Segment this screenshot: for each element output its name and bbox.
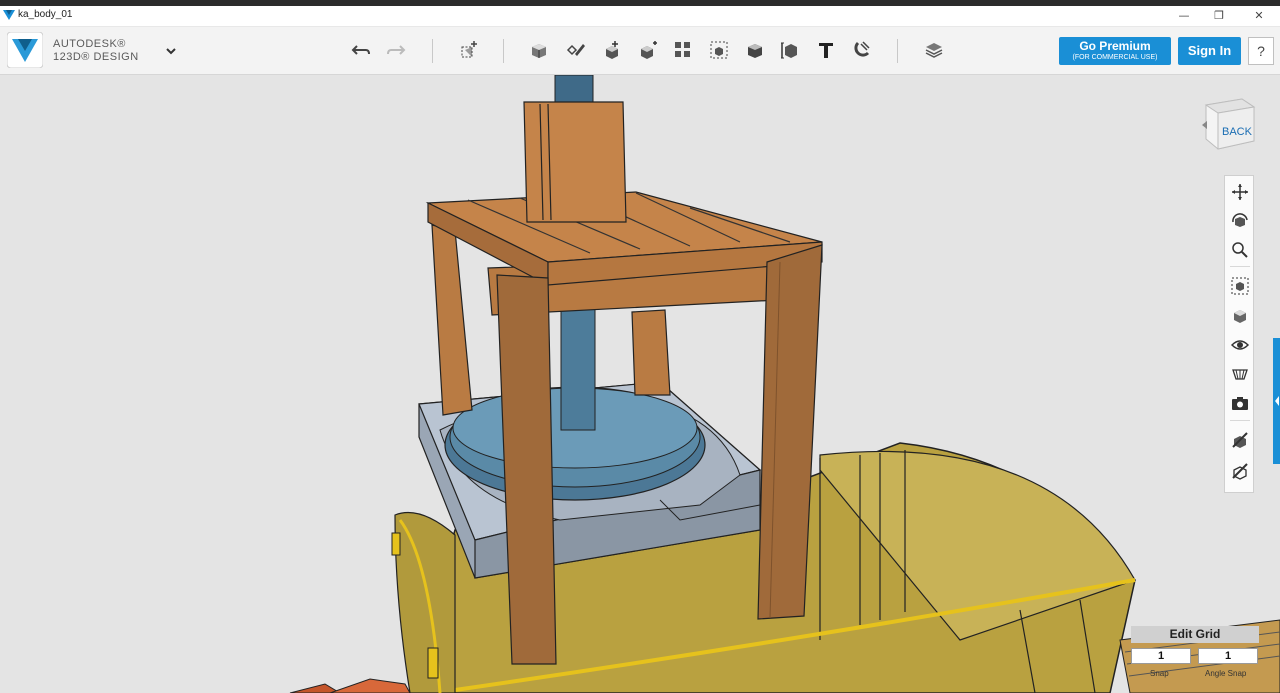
show-button[interactable] — [1229, 460, 1251, 482]
help-button[interactable]: ? — [1248, 37, 1274, 65]
redo-button[interactable] — [383, 37, 409, 63]
snap-button[interactable] — [849, 37, 875, 63]
navbar-separator — [1230, 266, 1250, 267]
viewcube[interactable]: BACK — [1198, 95, 1258, 155]
toolbar-separator — [432, 39, 433, 63]
primitives-button[interactable] — [526, 37, 552, 63]
close-button[interactable]: ✕ — [1248, 8, 1270, 24]
main-toolbar: AUTODESK® 123D® DESIGN Go Premium (FOR C… — [0, 27, 1280, 75]
text-button[interactable] — [813, 37, 839, 63]
pan-icon — [1232, 184, 1248, 200]
materials-outlines-button[interactable] — [1229, 363, 1251, 385]
snap-value-field[interactable]: 1 — [1131, 648, 1191, 664]
zoom-icon — [1232, 242, 1248, 258]
undo-button[interactable] — [348, 37, 374, 63]
pan-button[interactable] — [1229, 181, 1251, 203]
go-premium-button[interactable]: Go Premium (FOR COMMERCIAL USE) — [1059, 37, 1171, 65]
grouping-button[interactable] — [706, 37, 732, 63]
window-titlebar: ka_body_01 — ❐ ✕ — [0, 6, 1280, 27]
side-panel-tab[interactable] — [1273, 338, 1280, 464]
toolbar-separator — [503, 39, 504, 63]
navigation-bar — [1224, 175, 1254, 493]
visibility-icon — [1231, 340, 1249, 350]
orbit-icon — [1232, 213, 1248, 227]
snap-icon — [854, 41, 870, 57]
go-premium-sublabel: (FOR COMMERCIAL USE) — [1072, 54, 1158, 61]
modify-button[interactable] — [635, 37, 661, 63]
sign-in-button[interactable]: Sign In — [1178, 37, 1241, 65]
transform-button[interactable] — [456, 37, 482, 63]
viewcube-face-label: BACK — [1222, 126, 1253, 138]
restore-button[interactable]: ❐ — [1208, 8, 1230, 24]
views-button[interactable] — [1229, 305, 1251, 327]
redo-icon — [387, 45, 406, 55]
viewcube-left-arrow-icon[interactable] — [1202, 121, 1207, 129]
angle-snap-value-field[interactable]: 1 — [1198, 648, 1258, 664]
modify-icon — [641, 41, 657, 59]
pattern-button[interactable] — [670, 37, 696, 63]
edit-grid-button[interactable]: Edit Grid — [1131, 626, 1259, 643]
measure-button[interactable] — [777, 37, 803, 63]
hide-button[interactable] — [1229, 429, 1251, 451]
window-title: ka_body_01 — [18, 9, 73, 20]
construct-button[interactable] — [599, 37, 625, 63]
transform-icon — [461, 41, 477, 58]
screenshot-icon — [1232, 397, 1248, 410]
sketch-button[interactable] — [563, 37, 589, 63]
3d-viewport[interactable]: BACK Edit Grid 1 1 Snap Angle Snap — [0, 75, 1280, 693]
fit-icon — [1231, 277, 1249, 295]
materials-outlines-icon — [1232, 369, 1248, 380]
pattern-icon — [675, 42, 690, 57]
snap-label: Snap — [1150, 669, 1169, 678]
brand-line-1: AUTODESK® — [53, 38, 126, 50]
hide-icon — [1232, 432, 1248, 448]
screenshot-button[interactable] — [1229, 392, 1251, 414]
orbit-button[interactable] — [1229, 210, 1251, 232]
navbar-separator — [1230, 420, 1250, 421]
angle-snap-label: Angle Snap — [1205, 669, 1247, 678]
combine-icon — [748, 44, 762, 58]
materials-icon — [925, 43, 943, 58]
brand-line-2: 123D® DESIGN — [53, 51, 139, 63]
go-premium-label: Go Premium — [1079, 39, 1151, 53]
toolbar-separator — [897, 39, 898, 63]
3d-model-scene[interactable] — [0, 75, 1280, 693]
app-menu-chevron-icon[interactable] — [164, 44, 178, 58]
undo-icon — [351, 45, 370, 55]
zoom-button[interactable] — [1229, 239, 1251, 261]
app-logo-icon — [3, 10, 15, 20]
sketch-icon — [566, 44, 585, 56]
measure-icon — [781, 42, 797, 59]
views-icon — [1234, 310, 1246, 323]
side-panel-arrow-icon — [1275, 396, 1279, 406]
app-menu-logo-icon[interactable] — [7, 32, 43, 68]
construct-icon — [606, 41, 618, 59]
show-icon — [1232, 463, 1248, 480]
fit-button[interactable] — [1229, 275, 1251, 297]
primitives-icon — [532, 44, 546, 58]
combine-button[interactable] — [742, 37, 768, 63]
minimize-button[interactable]: — — [1173, 8, 1195, 24]
materials-button[interactable] — [921, 37, 947, 63]
text-icon — [819, 43, 833, 58]
visibility-button[interactable] — [1229, 334, 1251, 356]
grouping-icon — [710, 41, 728, 59]
